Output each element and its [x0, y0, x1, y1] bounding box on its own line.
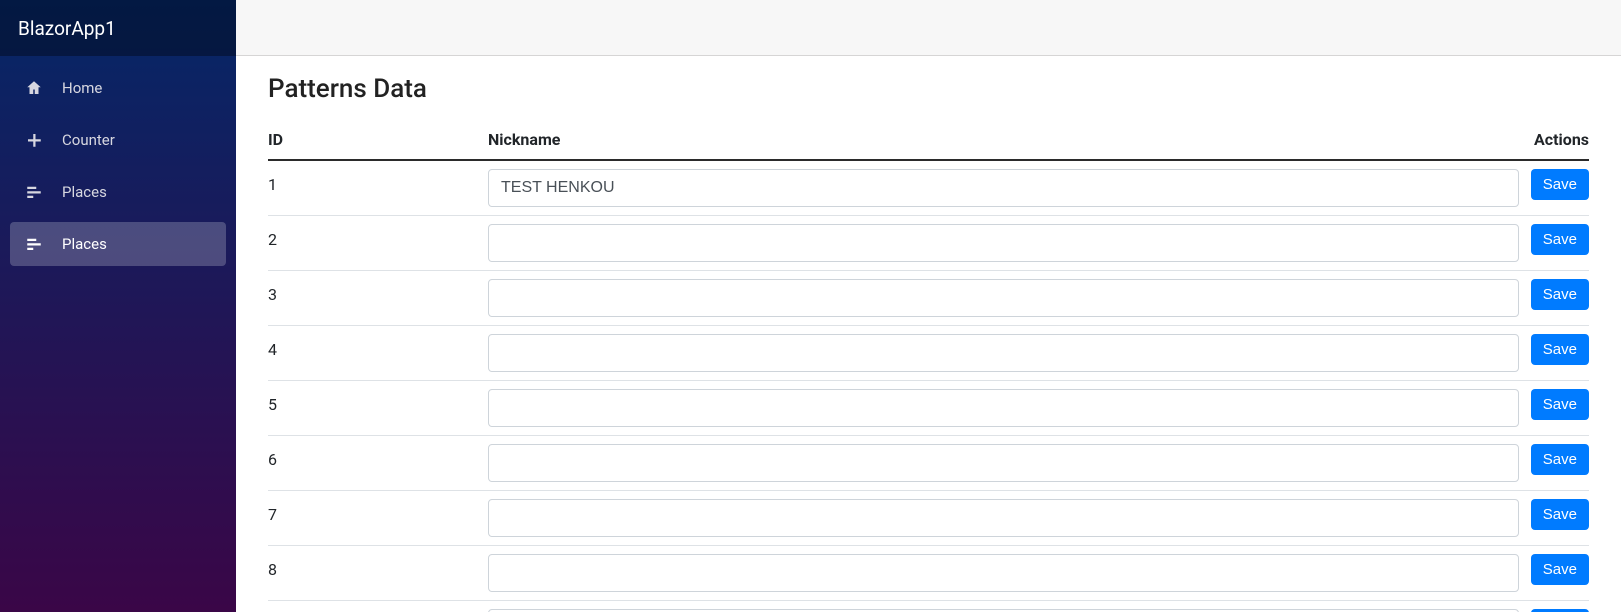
sidebar-item-label: Places	[62, 235, 107, 253]
nav: Home Counter Places Places	[0, 56, 236, 276]
column-header-actions: Actions	[1519, 122, 1589, 160]
cell-nickname	[488, 491, 1519, 546]
column-header-nickname: Nickname	[488, 122, 1519, 160]
save-button[interactable]: Save	[1531, 444, 1589, 475]
page-title: Patterns Data	[268, 74, 1589, 104]
main: Patterns Data ID Nickname Actions 1Save2…	[236, 0, 1621, 612]
topbar	[236, 0, 1621, 56]
cell-nickname	[488, 546, 1519, 601]
nickname-input[interactable]	[488, 169, 1519, 207]
save-button[interactable]: Save	[1531, 499, 1589, 530]
cell-actions: Save	[1519, 546, 1589, 601]
cell-nickname	[488, 326, 1519, 381]
cell-actions: Save	[1519, 601, 1589, 612]
cell-actions: Save	[1519, 381, 1589, 436]
table-row: 5 Save	[268, 381, 1589, 436]
save-button[interactable]: Save	[1531, 169, 1589, 200]
sidebar-item-home[interactable]: Home	[10, 66, 226, 110]
cell-actions: Save	[1519, 271, 1589, 326]
cell-nickname	[488, 216, 1519, 271]
nickname-input[interactable]	[488, 444, 1519, 482]
cell-id: 5	[268, 381, 488, 436]
table-row: 3 Save	[268, 271, 1589, 326]
sidebar-item-counter[interactable]: Counter	[10, 118, 226, 162]
cell-id: 9	[268, 601, 488, 612]
cell-id: 4	[268, 326, 488, 381]
cell-id: 7	[268, 491, 488, 546]
sidebar-item-label: Counter	[62, 131, 115, 149]
app-brand: BlazorApp1	[0, 0, 236, 56]
sidebar-item-places[interactable]: Places	[10, 170, 226, 214]
cell-nickname	[488, 601, 1519, 612]
plus-icon	[24, 130, 44, 150]
save-button[interactable]: Save	[1531, 224, 1589, 255]
nickname-input[interactable]	[488, 224, 1519, 262]
column-header-id: ID	[268, 122, 488, 160]
patterns-table: ID Nickname Actions 1 Save 2 Save 3 Save 4 Save…	[268, 122, 1589, 612]
table-row: 8 Save	[268, 546, 1589, 601]
cell-id: 2	[268, 216, 488, 271]
table-row: 7 Save	[268, 491, 1589, 546]
sidebar-item-places-active[interactable]: Places	[10, 222, 226, 266]
cell-id: 6	[268, 436, 488, 491]
table-row: 9 Save	[268, 601, 1589, 612]
cell-actions: Save	[1519, 491, 1589, 546]
table-row: 2 Save	[268, 216, 1589, 271]
list-icon	[24, 234, 44, 254]
sidebar-item-label: Home	[62, 79, 102, 97]
content: Patterns Data ID Nickname Actions 1Save2…	[236, 56, 1621, 612]
cell-id: 1	[268, 160, 488, 216]
save-button[interactable]: Save	[1531, 389, 1589, 420]
cell-actions: Save	[1519, 326, 1589, 381]
app-title: BlazorApp1	[18, 17, 116, 40]
sidebar: BlazorApp1 Home Counter Places	[0, 0, 236, 612]
list-icon	[24, 182, 44, 202]
cell-nickname	[488, 271, 1519, 326]
nickname-input[interactable]	[488, 279, 1519, 317]
cell-nickname	[488, 381, 1519, 436]
sidebar-item-label: Places	[62, 183, 107, 201]
cell-nickname	[488, 160, 1519, 216]
table-row: 4 Save	[268, 326, 1589, 381]
nickname-input[interactable]	[488, 554, 1519, 592]
save-button[interactable]: Save	[1531, 554, 1589, 585]
cell-actions: Save	[1519, 436, 1589, 491]
save-button[interactable]: Save	[1531, 279, 1589, 310]
nickname-input[interactable]	[488, 334, 1519, 372]
table-row: 6 Save	[268, 436, 1589, 491]
table-row: 1 Save	[268, 160, 1589, 216]
cell-nickname	[488, 436, 1519, 491]
save-button[interactable]: Save	[1531, 334, 1589, 365]
cell-actions: Save	[1519, 216, 1589, 271]
nickname-input[interactable]	[488, 389, 1519, 427]
cell-actions: Save	[1519, 160, 1589, 216]
home-icon	[24, 78, 44, 98]
cell-id: 3	[268, 271, 488, 326]
nickname-input[interactable]	[488, 499, 1519, 537]
cell-id: 8	[268, 546, 488, 601]
